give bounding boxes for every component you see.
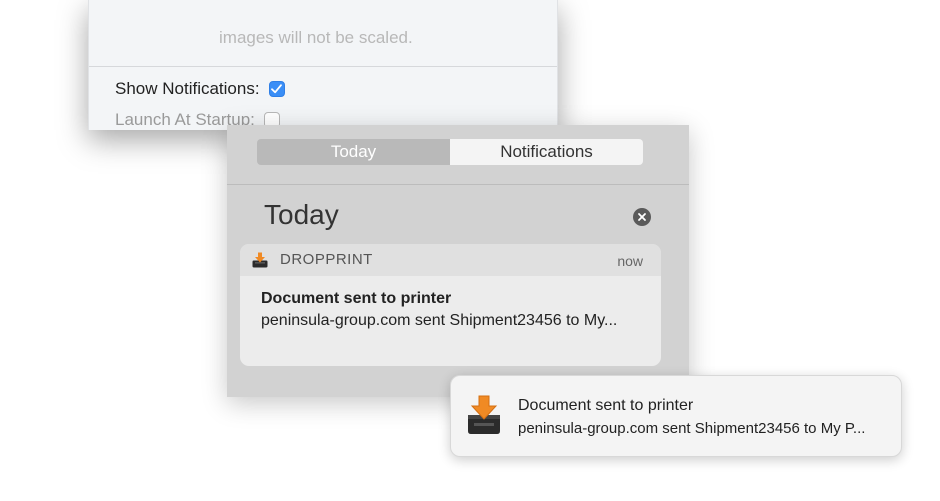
banner-title: Document sent to printer bbox=[518, 397, 694, 414]
notification-time: now bbox=[617, 253, 643, 269]
app-name: DROPPRINT bbox=[280, 251, 373, 268]
tray-download-icon bbox=[468, 395, 500, 434]
divider bbox=[227, 184, 689, 185]
tab-today[interactable]: Today bbox=[257, 139, 450, 165]
section-title: Today bbox=[264, 199, 339, 230]
notification-header: DROPPRINT now bbox=[240, 244, 661, 276]
show-notifications-checkbox[interactable] bbox=[268, 81, 285, 97]
notification-banner[interactable]: Document sent to printer peninsula-group… bbox=[450, 375, 902, 457]
notification-title: Document sent to printer bbox=[261, 290, 452, 307]
clear-notifications-button[interactable] bbox=[633, 208, 651, 226]
scaling-note: images will not be scaled. bbox=[219, 28, 413, 47]
notification-card[interactable]: DROPPRINT now Document sent to printer p… bbox=[240, 244, 661, 366]
show-notifications-label: Show Notifications: bbox=[115, 79, 260, 98]
notification-body: peninsula-group.com sent Shipment23456 t… bbox=[261, 312, 618, 329]
notification-center-panel: Today Notifications Today DROPPRINT now … bbox=[227, 125, 689, 397]
show-notifications-row: Show Notifications: bbox=[115, 79, 285, 99]
checkmark-icon bbox=[271, 84, 282, 94]
preferences-window: images will not be scaled. Show Notifica… bbox=[88, 0, 558, 130]
tab-notifications[interactable]: Notifications bbox=[450, 139, 643, 165]
segmented-control: Today Notifications bbox=[257, 139, 643, 165]
close-circle-icon bbox=[638, 213, 646, 221]
tray-download-icon bbox=[252, 252, 268, 268]
divider bbox=[89, 66, 557, 67]
banner-body: peninsula-group.com sent Shipment23456 t… bbox=[518, 420, 866, 437]
